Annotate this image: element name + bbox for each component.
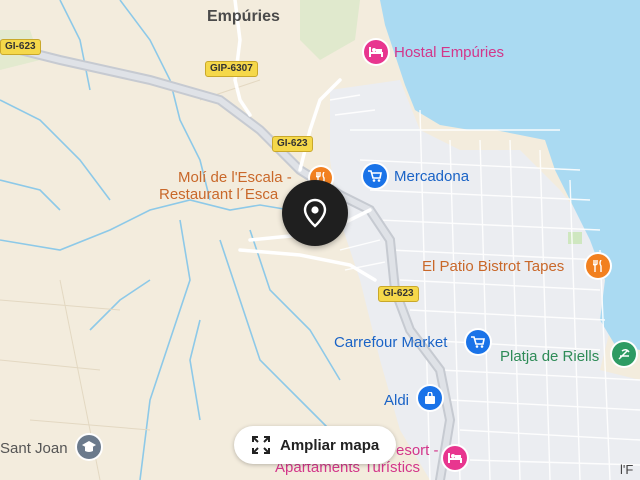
hotel-icon[interactable]: [443, 446, 467, 470]
fullscreen-icon: [250, 434, 272, 456]
location-pin-icon: [302, 198, 328, 228]
shopping-bag-icon[interactable]: [418, 386, 442, 410]
poi-label-platja[interactable]: Platja de Riells: [500, 348, 599, 365]
location-pin-button[interactable]: [282, 180, 348, 246]
road-shield-gi623-north: GI-623: [272, 136, 313, 152]
poi-label-carrefour[interactable]: Carrefour Market: [334, 334, 447, 351]
expand-map-label: Ampliar mapa: [280, 436, 380, 454]
poi-label-mercadona[interactable]: Mercadona: [394, 168, 469, 185]
poi-label-patio[interactable]: El Patio Bistrot Tapes: [422, 258, 564, 275]
place-label-empuries: Empúries: [207, 8, 280, 25]
road-shield-gip6307: GIP-6307: [205, 61, 258, 77]
poi-label-moli-line2[interactable]: Restaurant l´Esca: [159, 186, 278, 203]
poi-label-aldi[interactable]: Aldi: [384, 392, 409, 409]
hotel-icon[interactable]: [364, 40, 388, 64]
school-icon[interactable]: [77, 435, 101, 459]
beach-icon[interactable]: [612, 342, 636, 366]
poi-label-resort-line1[interactable]: esort -: [396, 442, 439, 459]
restaurant-icon[interactable]: [586, 254, 610, 278]
place-label-edge-fragment: l'F: [620, 462, 634, 477]
place-label-sant-joan: Sant Joan: [0, 440, 68, 457]
shopping-cart-icon[interactable]: [466, 330, 490, 354]
shopping-cart-icon[interactable]: [363, 164, 387, 188]
expand-map-button[interactable]: Ampliar mapa: [234, 426, 396, 464]
poi-label-hostal[interactable]: Hostal Empúries: [394, 44, 504, 61]
poi-label-moli-line1[interactable]: Molí de l'Escala -: [178, 169, 292, 186]
road-shield-gi623-west: GI-623: [0, 39, 41, 55]
road-shield-gi623-south: GI-623: [378, 286, 419, 302]
